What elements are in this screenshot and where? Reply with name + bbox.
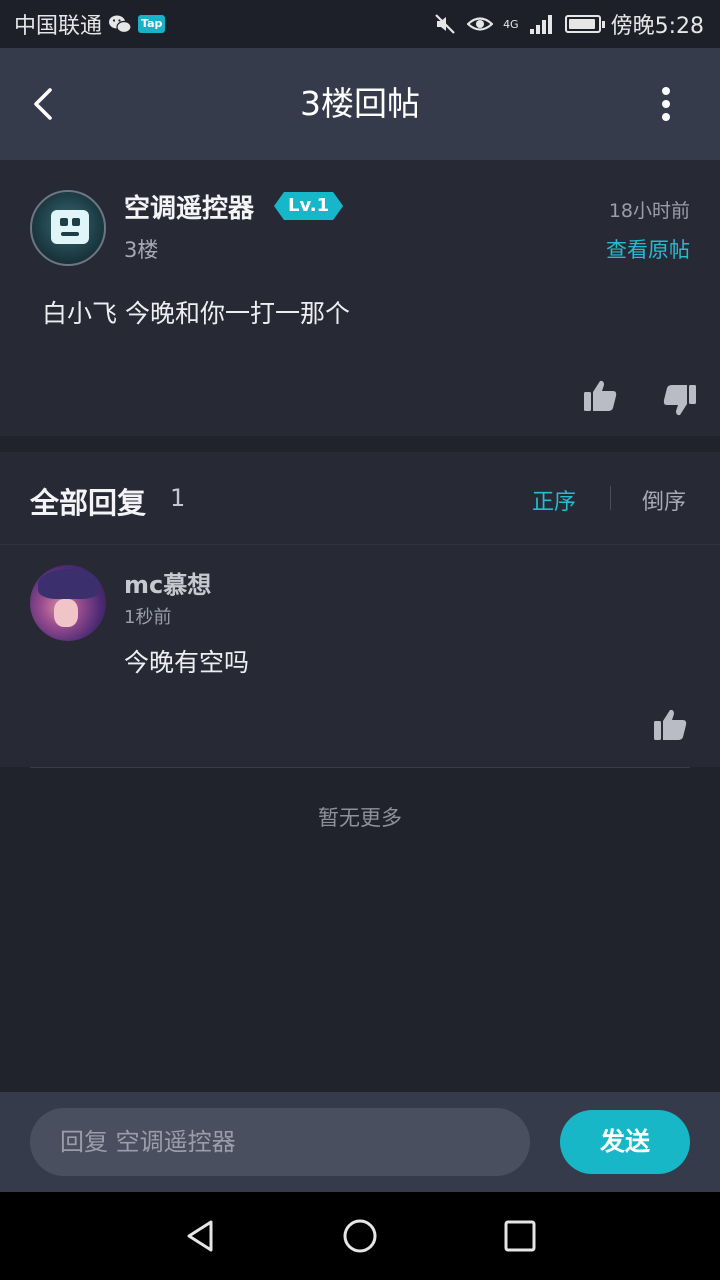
status-bar: 中国联通 Tap 4G 傍晚5:28 — [0, 0, 720, 48]
post-author-name[interactable]: 空调遥控器 — [124, 188, 254, 225]
system-nav-bar — [0, 1192, 720, 1280]
top-app-bar: 3楼回帖 — [0, 48, 720, 160]
divider — [30, 767, 690, 768]
no-more-label: 暂无更多 — [318, 806, 402, 830]
thumbs-down-icon[interactable] — [662, 382, 698, 418]
status-left: 中国联通 Tap — [14, 8, 166, 40]
post-card: 空调遥控器 Lv.1 3楼 18小时前 查看原帖 白小飞 今晚和你一打一那个 — [0, 160, 720, 436]
replies-title: 全部回复 — [30, 486, 147, 520]
sort-divider — [610, 486, 611, 510]
post-content: 白小飞 今晚和你一打一那个 — [42, 299, 350, 328]
view-original-link[interactable]: 查看原帖 — [606, 234, 690, 264]
post-time: 18小时前 — [608, 200, 690, 222]
network-type-label: 4G — [503, 17, 519, 31]
page-title: 3楼回帖 — [300, 84, 420, 123]
more-options-icon[interactable] — [650, 82, 682, 126]
reply-input[interactable] — [30, 1108, 530, 1176]
thumbs-up-icon[interactable] — [652, 707, 688, 743]
reply-input-bar: 发送 — [0, 1092, 720, 1192]
thumbs-up-icon[interactable] — [582, 378, 618, 414]
avatar[interactable] — [30, 190, 106, 266]
eye-comfort-icon — [467, 17, 494, 31]
nav-home-icon[interactable] — [342, 1218, 378, 1254]
battery-level — [568, 19, 596, 29]
back-icon[interactable] — [26, 84, 66, 124]
clock-label: 傍晚5:28 — [610, 14, 704, 39]
replies-count: 1 — [170, 484, 186, 512]
reply-author-name[interactable]: mc慕想 — [124, 565, 211, 600]
avatar[interactable] — [30, 565, 106, 641]
mute-icon — [435, 14, 455, 34]
status-right: 4G 傍晚5:28 — [433, 8, 704, 40]
tap-app-icon: Tap — [138, 15, 166, 33]
floor-label: 3楼 — [124, 238, 159, 262]
send-button[interactable]: 发送 — [560, 1110, 690, 1174]
replies-header: 全部回复 1 正序 倒序 — [0, 452, 720, 545]
level-badge: Lv.1 — [274, 192, 343, 220]
reply-content: 今晚有空吗 — [124, 648, 250, 677]
wechat-icon — [109, 15, 132, 34]
sort-ascending-tab[interactable]: 正序 — [532, 484, 576, 516]
nav-back-icon[interactable] — [183, 1218, 219, 1254]
list-item: mc慕想 1秒前 今晚有空吗 — [0, 545, 720, 767]
signal-icon — [529, 15, 552, 34]
reply-time: 1秒前 — [124, 607, 172, 628]
sort-descending-tab[interactable]: 倒序 — [642, 484, 686, 516]
nav-recents-icon[interactable] — [502, 1218, 538, 1254]
carrier-label: 中国联通 — [14, 14, 103, 39]
battery-icon — [564, 15, 605, 33]
